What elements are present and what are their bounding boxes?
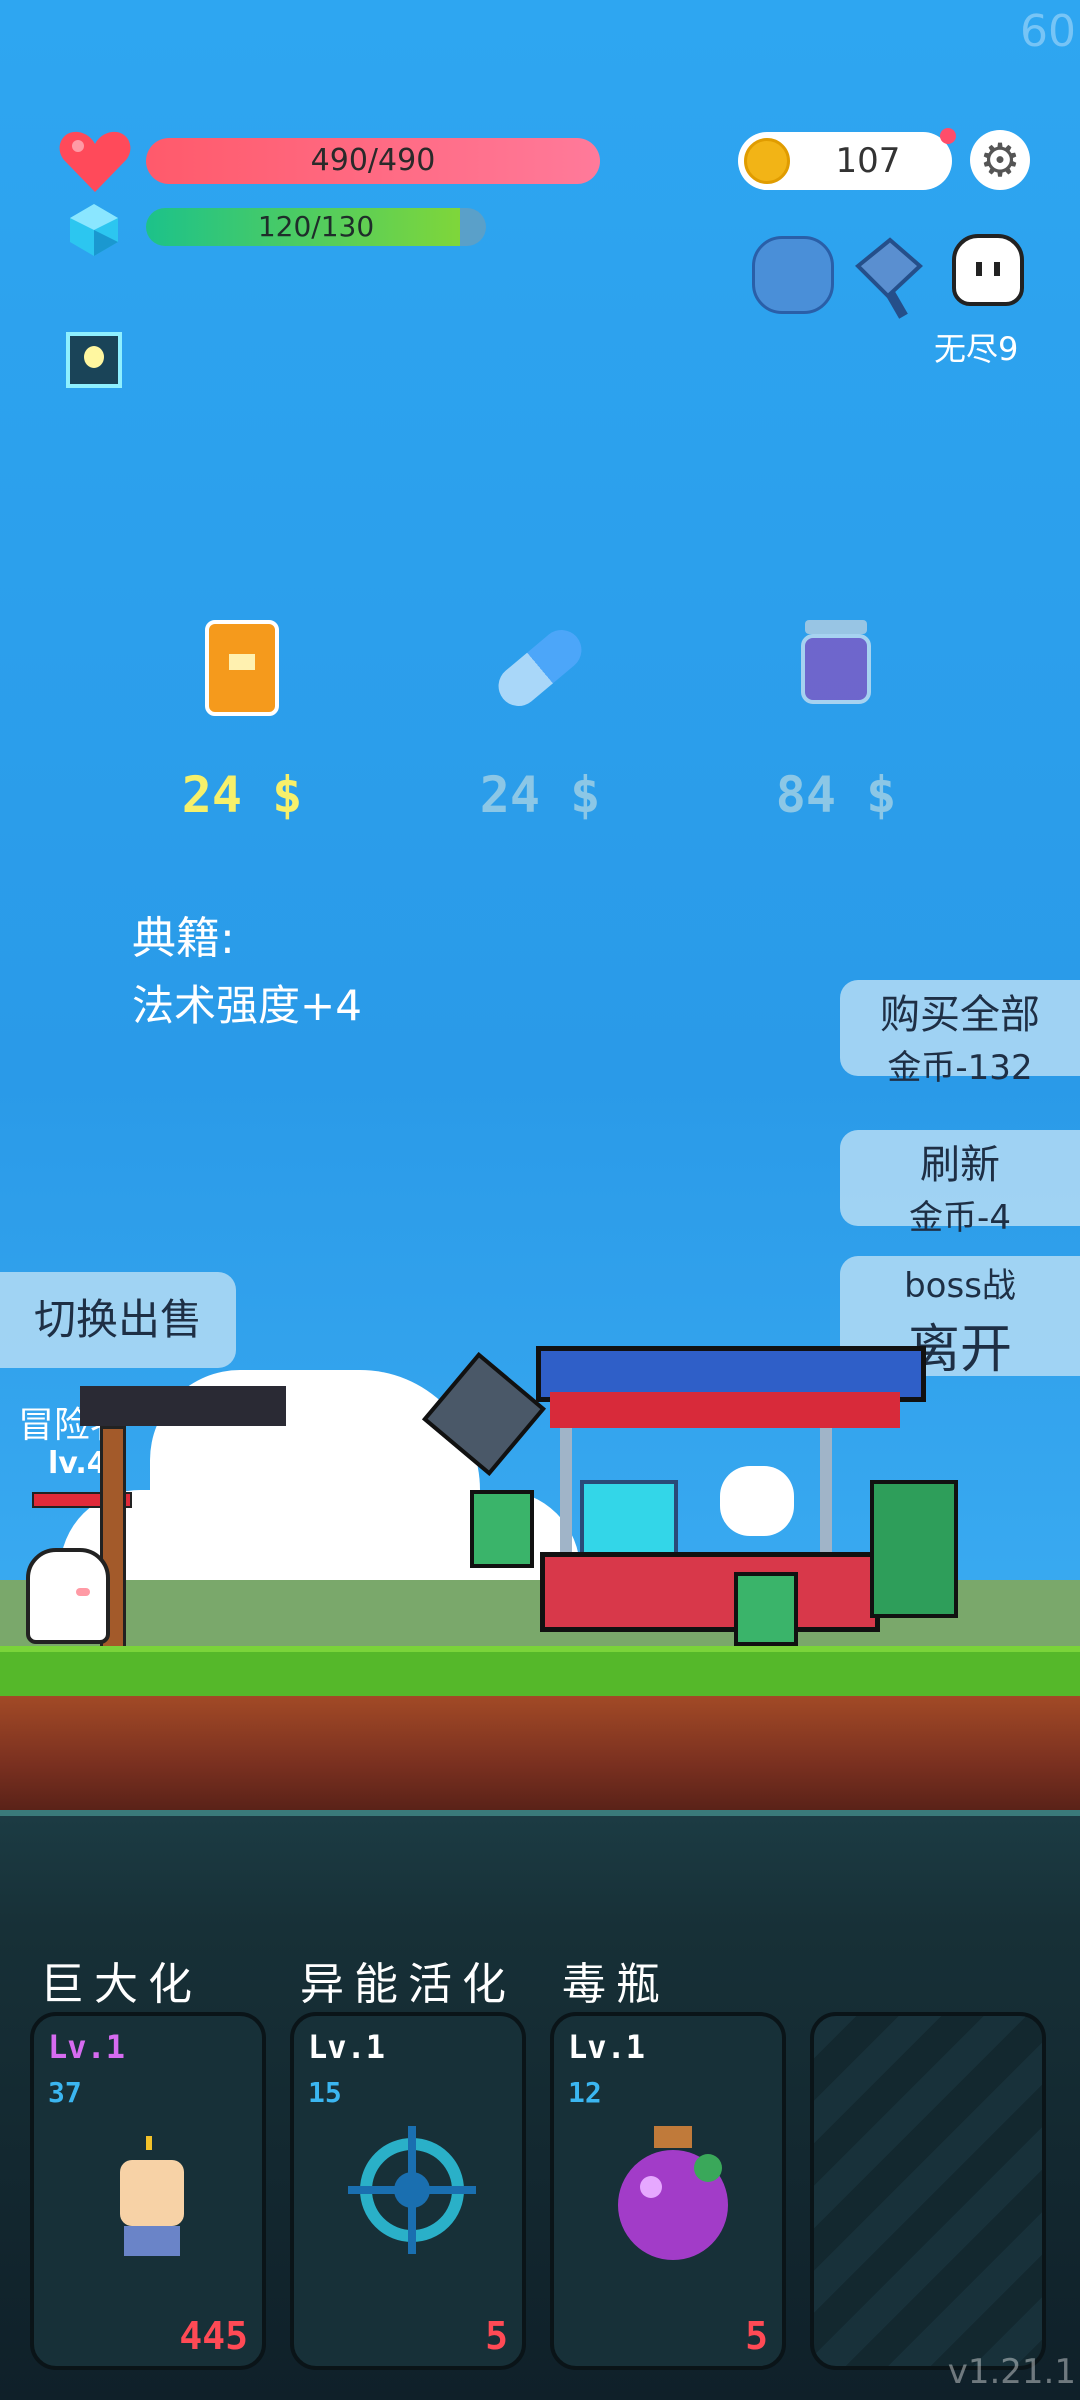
pill-icon [490, 620, 590, 716]
buy-all-cost: 金币-132 [887, 1048, 1033, 1088]
lightbulb-buff-icon [66, 332, 122, 388]
jar-icon [801, 620, 871, 710]
merchant [720, 1466, 794, 1536]
shop-item-2[interactable]: 24 $ [420, 620, 660, 824]
switch-sell-button[interactable]: 切换出售 [0, 1272, 236, 1368]
skill-cost: 15 [308, 2076, 342, 2109]
item-desc-title: 典籍: [132, 913, 235, 964]
shop-item-price: 84 $ [775, 766, 897, 824]
skill-name-3: 毒瓶 [562, 1959, 670, 2010]
item-desc-text: 法术强度+4 [132, 981, 362, 1030]
skill-level: Lv.1 [568, 2028, 646, 2066]
skill-level: Lv.1 [308, 2028, 386, 2066]
settings-button[interactable]: ⚙ [970, 130, 1030, 190]
leave-sub: boss战 [904, 1266, 1016, 1306]
hp-bar: 490/490 [146, 138, 600, 184]
coin-display: 107 [738, 132, 952, 190]
buy-all-button[interactable]: 购买全部 金币-132 [840, 980, 1080, 1088]
cleaver-icon [850, 236, 936, 322]
switch-sell-label: 切换出售 [33, 1295, 202, 1344]
mode-label: 无尽9 [934, 330, 1019, 368]
shop-item-1[interactable]: 24 $ [122, 620, 362, 824]
skill-count: 445 [179, 2314, 248, 2358]
refresh-cost: 金币-4 [909, 1198, 1011, 1238]
fps-counter: 60 [1020, 6, 1076, 57]
skill-name-1: 巨大化 [40, 1959, 202, 2010]
grass [0, 1646, 1080, 1702]
coin-icon [744, 138, 790, 184]
crystal-icon [66, 202, 122, 258]
coin-count: 107 [835, 141, 901, 181]
skill-count: 5 [485, 2314, 508, 2358]
notification-dot [940, 128, 956, 144]
skill-name-2: 异能活化 [300, 1959, 516, 2010]
pet-icon [952, 234, 1024, 306]
shop-item-price: 24 $ [181, 766, 303, 824]
buy-all-title: 购买全部 [880, 992, 1040, 1038]
version-label: v1.21.1 [947, 2352, 1076, 2392]
skill-card-empty[interactable] [810, 2012, 1046, 2370]
target-icon [346, 2124, 478, 2256]
merchant-cart [422, 1340, 980, 1646]
player-character [26, 1548, 110, 1644]
player-scythe [80, 1386, 286, 1652]
shop-item-3[interactable]: 84 $ [716, 620, 956, 824]
skill-card-1[interactable]: Lv.1 37 445 [30, 2012, 266, 2370]
refresh-title: 刷新 [920, 1142, 1000, 1188]
refresh-button[interactable]: 刷新 金币-4 [840, 1130, 1080, 1238]
shop-item-price: 24 $ [479, 766, 601, 824]
skill-level: Lv.1 [48, 2028, 126, 2066]
gear-icon: ⚙ [979, 133, 1021, 187]
poison-bottle-icon [618, 2126, 728, 2266]
heart-icon [58, 128, 132, 194]
skill-cost: 12 [568, 2076, 602, 2109]
dirt [0, 1696, 1080, 1810]
skill-cost: 37 [48, 2076, 82, 2109]
book-icon [205, 620, 279, 716]
skill-card-3[interactable]: Lv.1 12 5 [550, 2012, 786, 2370]
skill-card-2[interactable]: Lv.1 15 5 [290, 2012, 526, 2370]
mp-text: 120/130 [257, 210, 375, 243]
skill-count: 5 [745, 2314, 768, 2358]
hand-icon [112, 2136, 192, 2266]
hp-text: 490/490 [310, 143, 436, 178]
ghost-status-icon [752, 236, 834, 314]
mp-bar: 120/130 [146, 208, 486, 246]
